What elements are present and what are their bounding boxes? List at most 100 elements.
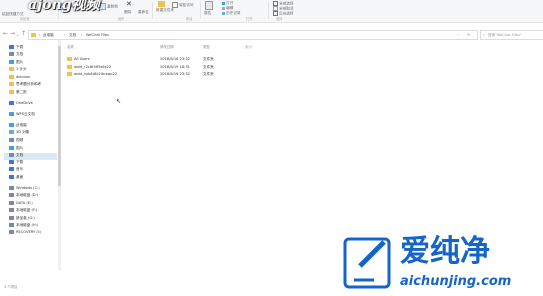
nav-item-label: 3D 对象 [16,130,30,134]
nav-item[interactable]: 3D 对象 [9,130,29,137]
nav-item-label: dianvan [16,75,31,79]
nav-item[interactable]: OneDrive [9,101,33,108]
search-placeholder: 搜索"WeChat Files" [488,32,522,37]
forward-arrow-icon[interactable]: → [10,31,15,37]
properties-label: 属性 [204,11,212,15]
nav-item[interactable]: 视频 [9,138,23,145]
nav-item[interactable]: WPS云文档 [9,112,35,119]
drive-icon [9,186,14,190]
ribbon-separator [152,2,153,19]
folder-icon [67,72,72,76]
folder-icon [9,75,14,79]
nav-item[interactable]: 下载 [9,160,23,167]
navigation-pane: 下载 文档 图片 1 计头 dianvan 思考题分析和考 第二批 OneDrive WPS云文… [0,40,57,280]
nav-scrollbar[interactable] [58,40,61,270]
easy-access-label: 轻松访问 [179,3,194,7]
file-name-cell: wxid_r2c8t5ff5t4e22 [67,64,112,69]
address-bar-row: ← → ⌄ ↑ › 此电脑 › 文档 › WeChat Files ⌄ ↻ ⌕ … [0,29,543,40]
video-watermark-title: ajong视频 [28,0,100,13]
properties-button[interactable] [205,1,213,10]
nav-item[interactable]: 思考题分析和考 [9,82,41,89]
nav-item-label: RECOVERY (I:) [16,230,42,234]
nav-item[interactable]: 文档 [9,52,23,59]
file-name: wxid_r2c8t5ff5t4e22 [74,64,112,69]
search-icon: ⌕ [483,32,486,37]
file-type: 文件夹 [203,64,214,69]
drive-icon [9,208,14,212]
group-label-organize: 组织 [118,17,125,21]
folder-icon [67,57,72,61]
new-folder-button[interactable] [158,1,165,7]
nav-item[interactable]: 此电脑 [9,123,27,130]
nav-item[interactable]: 本地磁盘 (H:) [9,223,38,230]
column-header-size[interactable]: 大小 [245,44,252,49]
computer-icon [9,123,14,127]
back-arrow-icon[interactable]: ← [3,31,8,37]
breadcrumb-sep: › [81,32,83,37]
nav-item[interactable]: 下载 [9,45,23,52]
nav-item[interactable]: Windows (C:) [9,186,40,193]
invert-selection-label: 反向选择 [279,11,294,16]
nav-item-label: DATA (E:) [16,201,33,205]
recent-chevron-icon[interactable]: ⌄ [16,32,19,38]
nav-item[interactable]: DATA (E:) [9,201,33,208]
nav-item[interactable]: 1 计头 [9,67,27,74]
open-icon [222,1,225,5]
breadcrumb-sep: › [64,32,66,37]
column-header-type[interactable]: 类型 [203,44,210,49]
drive-icon [9,201,14,205]
file-row[interactable]: All Users 2018/6/16 23:32 文件夹 [67,56,257,63]
column-header-name[interactable]: 名称 [67,44,74,49]
nav-item-label: OneDrive [16,101,33,105]
nav-item-label: 本地磁盘 (F:) [16,208,38,212]
item-count: 3 个项目 [4,285,18,289]
file-date: 2018/6/19 18:31 [160,64,190,69]
file-row[interactable]: wxid_r2c8t5ff5t4e22 2018/6/19 18:31 文件夹 [67,64,257,71]
download-icon [9,160,14,164]
nav-item-label: 下载 [16,160,24,164]
nav-item[interactable]: 第二批 [9,90,27,97]
nav-item-label: 下载 [16,45,24,49]
breadcrumb-sep: › [39,32,41,37]
nav-scrollbar-thumb[interactable] [58,46,61,186]
nav-item[interactable]: 本地磁盘 (F:) [9,208,37,215]
breadcrumb-documents[interactable]: 文档 [69,33,76,38]
group-label-open: 打开 [246,17,253,21]
address-box[interactable]: › 此电脑 › 文档 › WeChat Files ⌄ ↻ [28,30,478,40]
history-button[interactable]: 历史记录 [222,11,241,16]
folder-icon [31,33,36,37]
easy-access-button[interactable]: 轻松访问 [172,2,194,8]
file-name: All Users [74,57,90,61]
edit-label: 编辑 [226,6,234,10]
up-arrow-icon[interactable]: ↑ [21,31,26,37]
delete-button[interactable]: ✕ [126,0,132,8]
nav-item[interactable]: 桌面 [9,175,23,182]
address-dropdown-icon[interactable]: ⌄ [457,33,460,37]
nav-item-label: 思考题分析和考 [16,82,42,86]
nav-item-label: 此电脑 [16,123,27,127]
column-header-date[interactable]: 修改日期 [160,44,174,49]
file-row[interactable]: wxid_svb8r8k2itcxwp22 2018/6/16 23:32 文件夹 [67,71,257,78]
nav-item[interactable]: RECOVERY (I:) [9,230,41,237]
search-box[interactable]: ⌕ 搜索"WeChat Files" [480,30,543,40]
breadcrumb-wechat-files[interactable]: WeChat Files [86,33,109,37]
nav-item[interactable]: 图片 [9,60,23,67]
properties-icon [205,1,213,10]
video-icon [9,138,14,142]
aichunjing-watermark: 爱纯净 aichunjing.com [340,236,543,295]
copy-to-button[interactable]: 复制到 [98,3,118,10]
file-type: 文件夹 [203,72,214,76]
drive-icon [9,193,14,197]
mouse-cursor-icon: ↖ [116,98,122,105]
rename-button[interactable]: 重命名 [138,10,149,15]
nav-item[interactable]: 新加卷 (G:) [9,216,35,223]
new-folder-icon [158,1,165,7]
nav-item[interactable]: 本地磁盘 (D:) [9,193,38,200]
breadcrumb-this-pc[interactable]: 此电脑 [43,33,54,38]
file-name: wxid_svb8r8k2itcxwp22 [74,72,118,76]
nav-item[interactable]: 图片 [9,146,23,153]
nav-item[interactable]: 音乐 [9,167,23,174]
refresh-icon[interactable]: ↻ [467,33,470,37]
nav-item[interactable]: 文档 [4,153,57,160]
nav-item[interactable]: dianvan [9,75,30,82]
